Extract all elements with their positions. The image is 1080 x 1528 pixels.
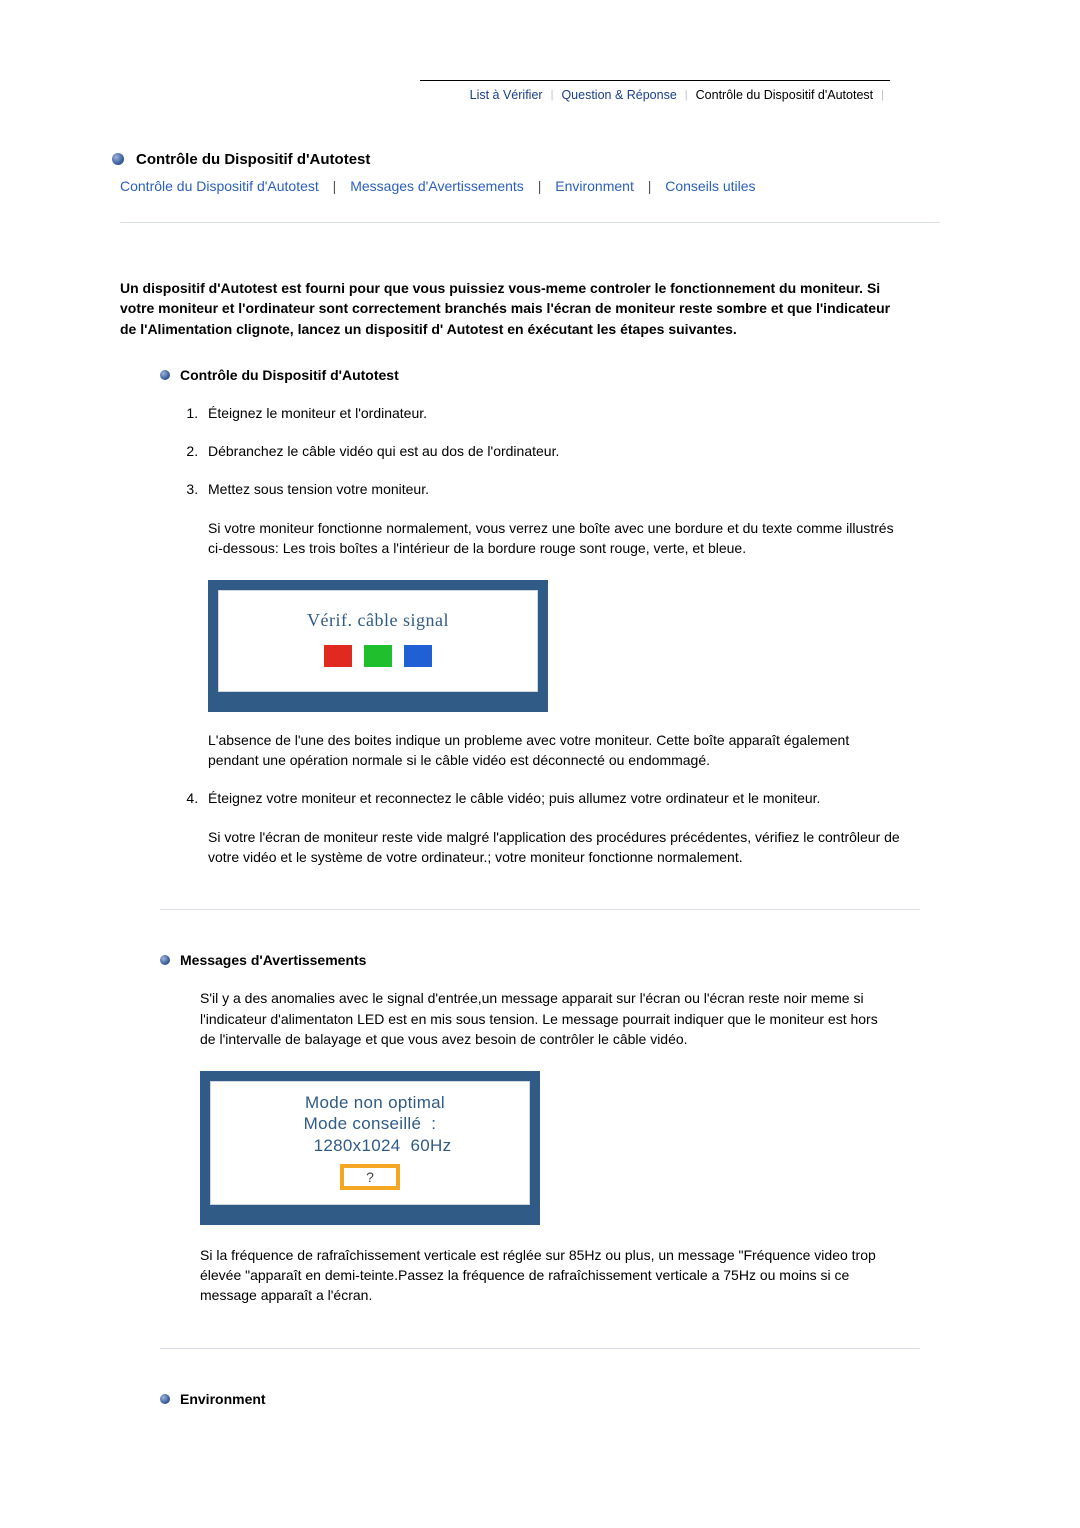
section-warnings: Messages d'Avertissements xyxy=(160,952,920,968)
separator-icon: | xyxy=(549,89,556,101)
body-paragraph: S'il y a des anomalies avec le signal d'… xyxy=(200,988,890,1049)
tab-question-reponse[interactable]: Question & Réponse xyxy=(555,88,682,102)
step-text: Éteignez votre moniteur et reconnectez l… xyxy=(208,790,820,806)
section-autotest: Contrôle du Dispositif d'Autotest Éteign… xyxy=(160,367,920,867)
anchor-environment[interactable]: Environment xyxy=(555,178,634,194)
blue-box-icon xyxy=(404,645,432,667)
step-extra: L'absence de l'une des boites indique un… xyxy=(208,730,902,771)
section-title: Contrôle du Dispositif d'Autotest xyxy=(180,367,399,383)
step-extra: Si votre l'écran de moniteur reste vide … xyxy=(208,827,902,868)
anchor-conseils[interactable]: Conseils utiles xyxy=(665,178,755,194)
section-environment: Environment xyxy=(160,1391,920,1407)
list-item: Mettez sous tension votre moniteur. Si v… xyxy=(202,479,902,770)
page-title-row: Contrôle du Dispositif d'Autotest xyxy=(112,149,940,168)
rgb-boxes xyxy=(324,645,432,667)
bullet-icon xyxy=(160,1394,170,1404)
content: Contrôle du Dispositif d'Autotest Contrô… xyxy=(120,149,940,1407)
step-text: Éteignez le moniteur et l'ordinateur. xyxy=(208,405,427,421)
tab-list-verifier[interactable]: List à Vérifier xyxy=(464,88,549,102)
separator-icon: | xyxy=(528,178,552,194)
body-paragraph: Si la fréquence de rafraîchissement vert… xyxy=(200,1245,890,1306)
bullet-icon xyxy=(112,153,124,165)
step-text: Débranchez le câble vidéo qui est au dos… xyxy=(208,443,559,459)
bullet-icon xyxy=(160,955,170,965)
separator-icon: | xyxy=(638,178,662,194)
top-nav: List à Vérifier | Question & Réponse | C… xyxy=(120,80,890,109)
list-item: Débranchez le câble vidéo qui est au dos… xyxy=(202,441,902,461)
tab-autotest[interactable]: Contrôle du Dispositif d'Autotest xyxy=(690,88,879,102)
list-item: Éteignez votre moniteur et reconnectez l… xyxy=(202,788,902,867)
bullet-icon xyxy=(160,370,170,380)
separator-icon: | xyxy=(879,89,886,101)
monitor-illustration: Mode non optimal Mode conseillé : 1280x1… xyxy=(200,1071,540,1225)
divider xyxy=(160,1348,920,1349)
steps-list: Éteignez le moniteur et l'ordinateur. Dé… xyxy=(160,403,902,867)
separator-icon: | xyxy=(323,178,347,194)
divider xyxy=(120,222,940,223)
intro-paragraph: Un dispositif d'Autotest est fourni pour… xyxy=(120,278,900,339)
anchor-warnings[interactable]: Messages d'Avertissements xyxy=(350,178,524,194)
help-box-icon: ? xyxy=(340,1164,400,1190)
step-extra: Si votre moniteur fonctionne normalement… xyxy=(208,518,902,559)
monitor-message: Vérif. câble signal xyxy=(229,607,527,633)
red-box-icon xyxy=(324,645,352,667)
monitor-screen: Mode non optimal Mode conseillé : 1280x1… xyxy=(210,1081,530,1205)
step-text: Mettez sous tension votre moniteur. xyxy=(208,481,429,497)
page: List à Vérifier | Question & Réponse | C… xyxy=(0,0,1080,1467)
anchor-autotest[interactable]: Contrôle du Dispositif d'Autotest xyxy=(120,178,319,194)
monitor-illustration: Vérif. câble signal xyxy=(208,580,548,711)
monitor-message: Mode non optimal Mode conseillé : 1280x1… xyxy=(221,1092,519,1156)
section-title: Environment xyxy=(180,1391,266,1407)
monitor-screen: Vérif. câble signal xyxy=(218,590,538,691)
list-item: Éteignez le moniteur et l'ordinateur. xyxy=(202,403,902,423)
anchor-nav: Contrôle du Dispositif d'Autotest | Mess… xyxy=(120,178,940,194)
page-title: Contrôle du Dispositif d'Autotest xyxy=(136,149,370,168)
separator-icon: | xyxy=(683,89,690,101)
green-box-icon xyxy=(364,645,392,667)
section-title: Messages d'Avertissements xyxy=(180,952,366,968)
divider xyxy=(160,909,920,910)
